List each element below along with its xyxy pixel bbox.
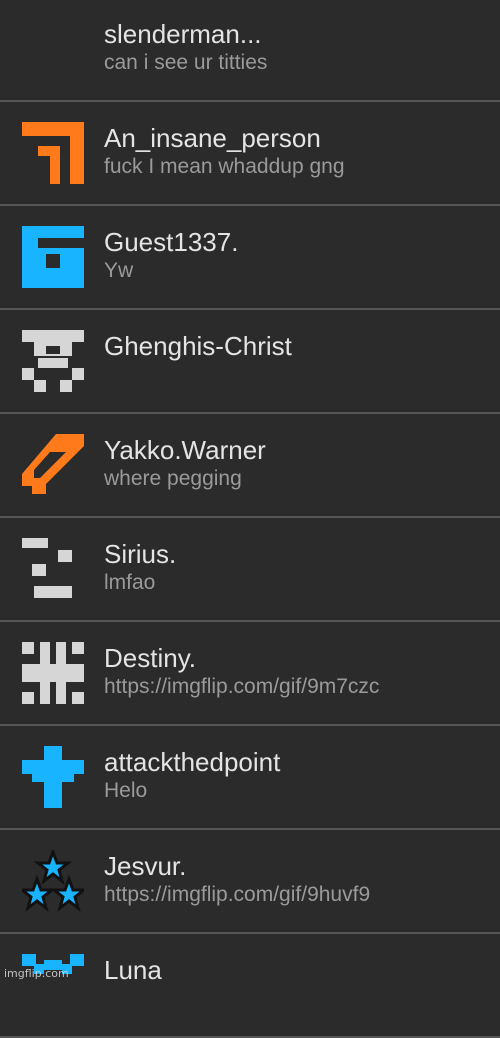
conversation-preview: lmfao: [104, 571, 156, 594]
conversation-name: attackthedpoint: [104, 747, 281, 777]
conversation-row[interactable]: Destiny. https://imgflip.com/gif/9m7czc: [0, 622, 500, 726]
conversation-row[interactable]: Jesvur. https://imgflip.com/gif/9huvf9: [0, 830, 500, 934]
blue-pattern-icon: [22, 954, 84, 1016]
conversation-row[interactable]: attackthedpoint Helo: [0, 726, 500, 830]
conversation-name: Yakko.Warner: [104, 435, 266, 465]
conversation-list: slenderman... can i see ur titties An_in…: [0, 0, 500, 1038]
conversation-row[interactable]: slenderman... can i see ur titties: [0, 0, 500, 102]
conversation-preview: can i see ur titties: [104, 51, 268, 74]
stars-icon: [22, 850, 84, 912]
conversation-row[interactable]: Yakko.Warner where pegging: [0, 414, 500, 518]
gray-skull-icon: [22, 330, 84, 392]
conversation-preview: fuck I mean whaddup gng: [104, 155, 345, 178]
gray-cross-icon: [22, 642, 84, 704]
conversation-row[interactable]: Guest1337. Yw: [0, 206, 500, 310]
orange-corner-icon: [22, 122, 84, 184]
conversation-name: Guest1337.: [104, 227, 239, 257]
avatar: [22, 18, 84, 80]
conversation-row[interactable]: Sirius. lmfao: [0, 518, 500, 622]
blue-cross-icon: [22, 746, 84, 808]
conversation-row[interactable]: An_insane_person fuck I mean whaddup gng: [0, 102, 500, 206]
conversation-preview: https://imgflip.com/gif/9huvf9: [104, 883, 371, 906]
conversation-name: Luna: [104, 955, 162, 985]
conversation-row[interactable]: Ghenghis-Christ: [0, 310, 500, 414]
conversation-name: Ghenghis-Christ: [104, 331, 292, 361]
conversation-name: Jesvur.: [104, 851, 187, 881]
conversation-preview: where pegging: [104, 467, 242, 490]
conversation-name: slenderman...: [104, 19, 262, 49]
blue-g-icon: [22, 226, 84, 288]
conversation-preview: Helo: [104, 779, 148, 802]
orange-diamond-icon: [22, 434, 84, 496]
watermark: imgflip.com: [4, 967, 69, 980]
conversation-name: Destiny.: [104, 643, 196, 673]
conversation-preview: Yw: [104, 259, 134, 282]
gray-blocks-icon: [22, 538, 84, 600]
conversation-name: An_insane_person: [104, 123, 321, 153]
conversation-row[interactable]: Luna: [0, 934, 500, 1038]
conversation-preview: https://imgflip.com/gif/9m7czc: [104, 675, 380, 698]
conversation-name: Sirius.: [104, 539, 177, 569]
